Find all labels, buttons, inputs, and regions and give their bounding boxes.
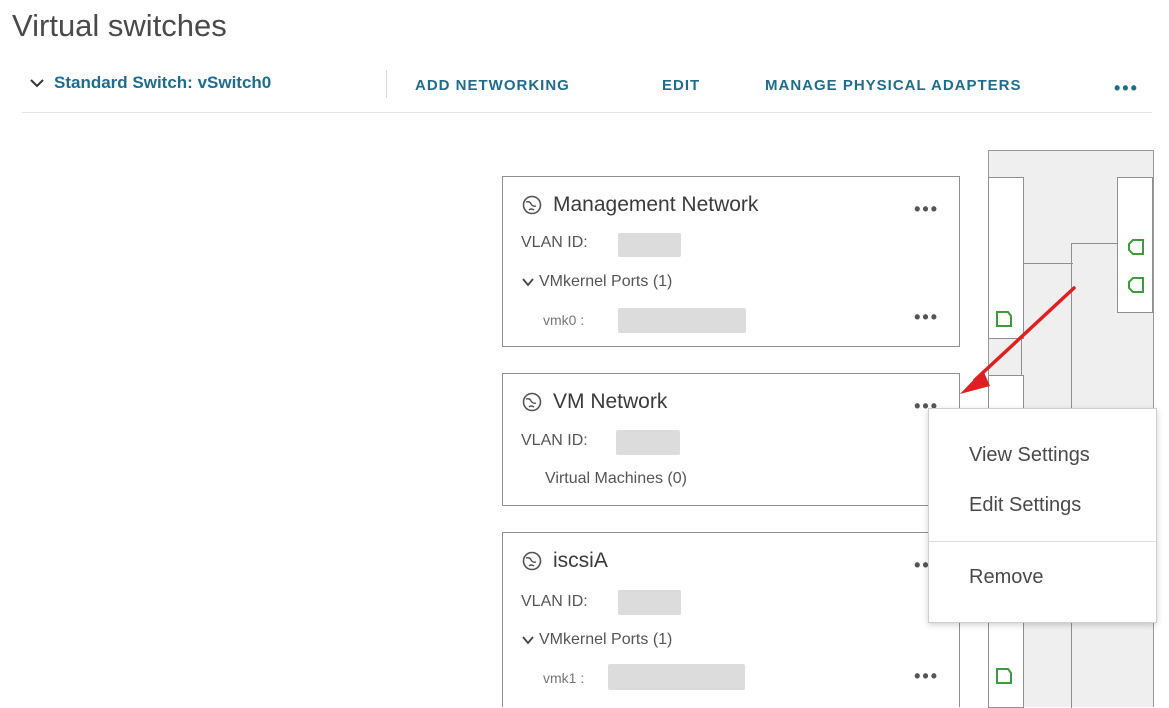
chevron-down-icon [522,278,534,287]
add-networking-button[interactable]: ADD NETWORKING [415,77,570,94]
vmkernel-ports-expander[interactable]: VMkernel Ports (1) [521,631,672,649]
switch-toggle[interactable]: Standard Switch: vSwitch0 [28,73,271,93]
redacted-value [618,308,746,333]
port-more-button[interactable]: ••• [914,666,939,687]
vmkernel-ports-label: VMkernel Ports (1) [539,631,673,648]
edit-settings-menu-item[interactable]: Edit Settings [969,494,1081,517]
redacted-value [608,664,745,690]
card-title-row: VM Network [521,390,667,414]
chevron-down-icon [522,636,534,645]
vlan-id-label: VLAN ID: [521,593,588,610]
portgroup-card-iscsia: iscsiA ••• VLAN ID: VMkernel Ports (1) v… [502,532,960,707]
redacted-value [618,233,681,257]
card-title: iscsiA [553,549,608,572]
card-title-row: Management Network [521,193,758,217]
remove-menu-item[interactable]: Remove [969,566,1043,589]
vmk-port-label: vmk1 : [543,670,585,686]
toolbar-more-button[interactable]: ••• [1114,78,1139,99]
card-title: VM Network [553,390,668,413]
portgroup-card-management: Management Network ••• VLAN ID: VMkernel… [502,176,960,347]
globe-icon [522,392,542,412]
vmkernel-ports-expander[interactable]: VMkernel Ports (1) [521,273,672,291]
redacted-value [618,590,681,615]
toolbar-divider-line [22,112,1152,113]
card-title-row: iscsiA [521,549,608,573]
vmkernel-ports-label: VMkernel Ports (1) [539,273,673,290]
portgroup-card-vm-network: VM Network ••• VLAN ID: Virtual Machines… [502,373,960,506]
page-title: Virtual switches [12,8,227,43]
vmk-port-label: vmk0 : [543,312,585,328]
context-menu: View Settings Edit Settings Remove [928,408,1158,623]
card-more-button[interactable]: ••• [914,199,939,220]
port-icon [996,311,1012,327]
port-icon [996,668,1012,684]
switch-title[interactable]: Standard Switch: vSwitch0 [54,73,271,93]
uplink-icon [1128,239,1144,255]
virtual-machines-label: Virtual Machines (0) [545,470,687,487]
chevron-down-icon [30,79,44,88]
globe-icon [522,195,542,215]
port-more-button[interactable]: ••• [914,307,939,328]
redacted-value [616,430,680,455]
card-title: Management Network [553,193,759,216]
toolbar-divider [386,70,387,98]
vlan-id-label: VLAN ID: [521,432,588,449]
globe-icon [522,551,542,571]
uplink-icon [1128,277,1144,293]
view-settings-menu-item[interactable]: View Settings [969,444,1090,467]
vlan-id-label: VLAN ID: [521,234,588,251]
menu-divider [929,541,1158,542]
edit-button[interactable]: EDIT [662,77,700,94]
manage-physical-adapters-button[interactable]: MANAGE PHYSICAL ADAPTERS [765,77,1022,94]
